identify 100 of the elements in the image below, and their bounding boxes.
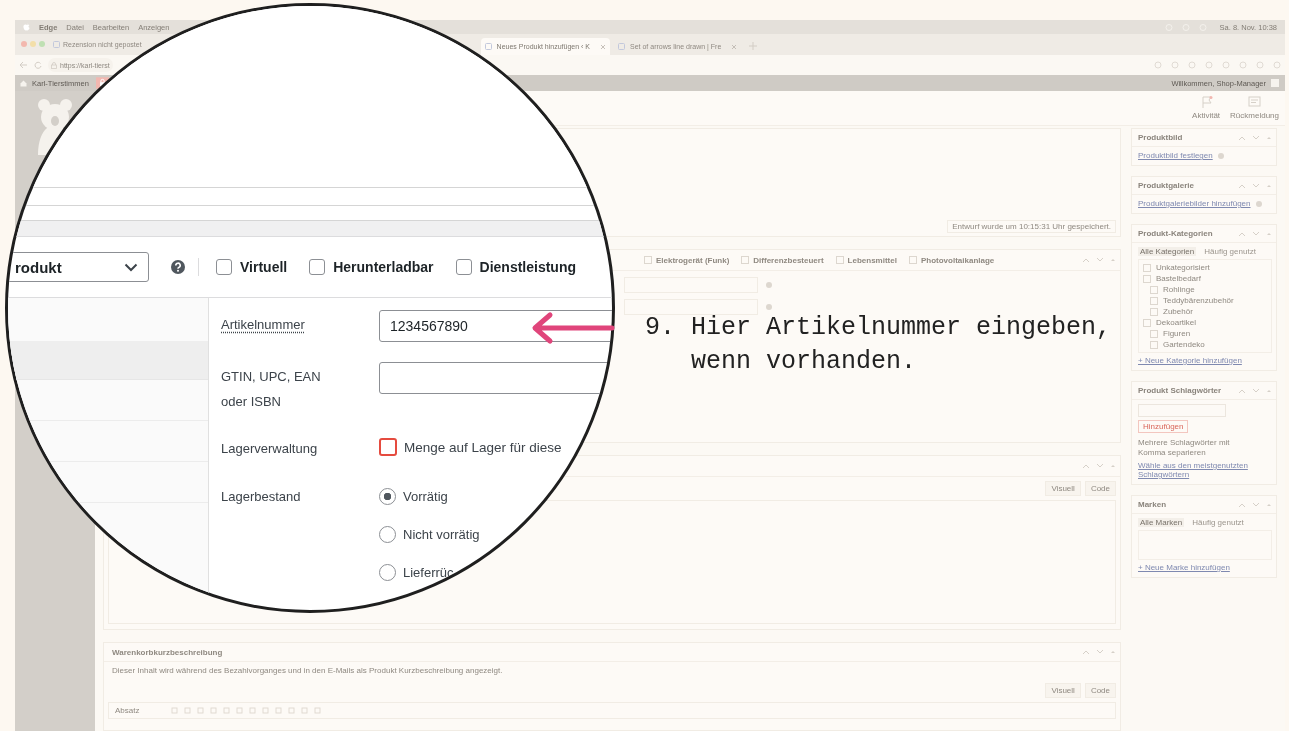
editor-tab[interactable]: Code xyxy=(1084,683,1116,698)
option-label: Elektrogerät (Funk) xyxy=(656,255,730,265)
draft-saved-note: Entwurf wurde um 10:15:31 Uhr gespeichert. xyxy=(947,220,1116,233)
chevron-up-icon[interactable] xyxy=(1238,134,1246,141)
panel-hint: Dieser Inhalt wird während des Bezahlvorganges und in den E-Mails als Produkt Kurzbeschreibung angezeigt. xyxy=(111,665,504,677)
add-button[interactable]: Hinzufügen xyxy=(1138,420,1189,433)
lock-icon xyxy=(51,61,57,69)
triangle-icon[interactable] xyxy=(1266,182,1272,189)
category-label: Gartendeko xyxy=(1163,340,1205,349)
category-label: Bastelbedarf xyxy=(1156,274,1201,283)
panel-title: Warenkorbkurzbeschreibung xyxy=(112,647,223,657)
chevron-down-icon[interactable] xyxy=(1252,387,1260,394)
option-label: Differenzbesteuert xyxy=(753,255,824,265)
checkbox[interactable] xyxy=(379,438,397,456)
chevron-down-icon[interactable] xyxy=(1252,230,1260,237)
input-field[interactable]: 1234567890 xyxy=(379,310,612,342)
step-number: 9. xyxy=(645,312,675,344)
editor-tab[interactable]: Visuell xyxy=(1045,683,1081,698)
chevron-down-icon[interactable] xyxy=(1096,649,1104,655)
header-action[interactable]: Rückmeldung xyxy=(1230,96,1279,120)
editor-tab[interactable]: Visuell xyxy=(1045,481,1081,496)
option-label: Photovoltaikanlage xyxy=(920,255,995,265)
chevron-up-icon[interactable] xyxy=(1082,257,1090,263)
option-label: Dienstleistung xyxy=(479,259,577,275)
tag-field[interactable] xyxy=(1138,404,1226,417)
triangle-icon[interactable] xyxy=(1266,134,1272,141)
category-tab[interactable]: Alle Marken xyxy=(1138,518,1185,527)
chevron-down-icon xyxy=(124,262,138,272)
product-type-select[interactable]: rodukt xyxy=(8,252,149,282)
page-icon xyxy=(484,43,492,50)
option-label: Lieferrüc xyxy=(403,565,454,580)
category-label: Rohlinge xyxy=(1163,285,1195,294)
chevron-up-icon[interactable] xyxy=(1082,649,1090,655)
option-label: Vorrätig xyxy=(403,489,448,504)
option-label: Virtuell xyxy=(240,259,288,275)
option-label: Herunterladbar xyxy=(333,259,434,275)
header-action[interactable]: Aktivität xyxy=(1192,96,1221,120)
flag-icon xyxy=(1199,96,1213,109)
avatar-icon[interactable] xyxy=(1271,79,1279,87)
home-icon[interactable] xyxy=(20,79,27,87)
chevron-up-icon[interactable] xyxy=(1238,387,1246,394)
chevron-down-icon[interactable] xyxy=(1252,134,1260,141)
panel-hint: Mehrere Schlagwörter mit Komma separieren xyxy=(1138,438,1231,458)
reload-icon[interactable] xyxy=(34,61,42,69)
instruction-text: Hier Artikelnummer eingeben, wenn vorhanden. xyxy=(691,312,1113,378)
triangle-icon[interactable] xyxy=(1266,230,1272,237)
chevron-up-icon[interactable] xyxy=(1238,501,1246,508)
new-tab-icon[interactable] xyxy=(749,42,758,50)
active-tab-row[interactable] xyxy=(8,342,208,380)
chevron-down-icon[interactable] xyxy=(1252,501,1260,508)
triangle-icon[interactable] xyxy=(1266,501,1272,508)
panel-title: Produktbild xyxy=(1138,133,1183,142)
checkbox[interactable] xyxy=(455,259,472,275)
editor-tab[interactable]: Code xyxy=(1084,481,1116,496)
radio-button[interactable] xyxy=(379,488,396,505)
chevron-down-icon[interactable] xyxy=(1252,182,1260,189)
triangle-icon[interactable] xyxy=(1110,649,1116,655)
category-label: Teddybärenzubehör xyxy=(1163,296,1234,305)
panel-link[interactable]: Produktbild festlegen xyxy=(1138,151,1213,160)
panel-title: Marken xyxy=(1138,500,1166,509)
triangle-icon[interactable] xyxy=(1110,463,1116,469)
help-icon[interactable] xyxy=(171,260,185,274)
chevron-up-icon[interactable] xyxy=(1238,230,1246,237)
add-link[interactable]: + Neue Kategorie hinzufügen xyxy=(1138,356,1242,365)
checkbox[interactable] xyxy=(309,259,326,275)
message-icon xyxy=(1248,96,1262,109)
add-link[interactable]: + Neue Marke hinzufügen xyxy=(1138,563,1230,572)
page-icon xyxy=(618,43,625,50)
close-icon[interactable] xyxy=(600,43,606,50)
back-icon[interactable] xyxy=(19,61,28,69)
category-label: Unkategorisiert xyxy=(1156,263,1210,272)
panel-title: Produktgalerie xyxy=(1138,181,1194,190)
chevron-down-icon[interactable] xyxy=(1096,257,1104,263)
chevron-up-icon[interactable] xyxy=(1082,463,1090,469)
category-tab[interactable]: Häufig genutzt xyxy=(1204,247,1256,256)
option-label: Lebensmittel xyxy=(847,255,897,265)
close-icon[interactable] xyxy=(731,43,738,50)
category-label: Dekoartikel xyxy=(1156,318,1196,327)
category-tab[interactable]: Häufig genutzt xyxy=(1192,518,1244,527)
panel-title: Produkt-Kategorien xyxy=(1138,229,1213,238)
page-icon xyxy=(53,41,60,48)
chevron-up-icon[interactable] xyxy=(1238,182,1246,189)
apple-logo-icon xyxy=(23,23,30,31)
option-label: Menge auf Lager für diese xyxy=(404,439,562,455)
triangle-icon[interactable] xyxy=(1110,257,1116,263)
panel-title: Produkt Schlagwörter xyxy=(1138,386,1222,395)
category-tab[interactable]: Alle Kategorien xyxy=(1138,247,1197,256)
field-label: GTIN, UPC, EAN oder ISBN xyxy=(221,368,322,411)
category-label: Figuren xyxy=(1163,329,1191,338)
chevron-down-icon[interactable] xyxy=(1096,463,1104,469)
option-label: Nicht vorrätig xyxy=(403,527,480,542)
window-controls-icon[interactable] xyxy=(21,41,47,47)
format-select[interactable]: Absatz xyxy=(115,706,165,715)
panel-link[interactable]: Produktgaleriebilder hinzufügen xyxy=(1138,199,1251,208)
tag-cloud-link[interactable]: Wähle aus den meistgenutzten Schlagwörtern xyxy=(1138,461,1268,479)
field-label: Lagerverwaltung xyxy=(221,440,319,458)
triangle-icon[interactable] xyxy=(1266,387,1272,394)
field-label: Artikelnummer xyxy=(221,316,306,334)
checkbox[interactable] xyxy=(216,259,232,275)
category-label: Zubehör xyxy=(1163,307,1193,316)
